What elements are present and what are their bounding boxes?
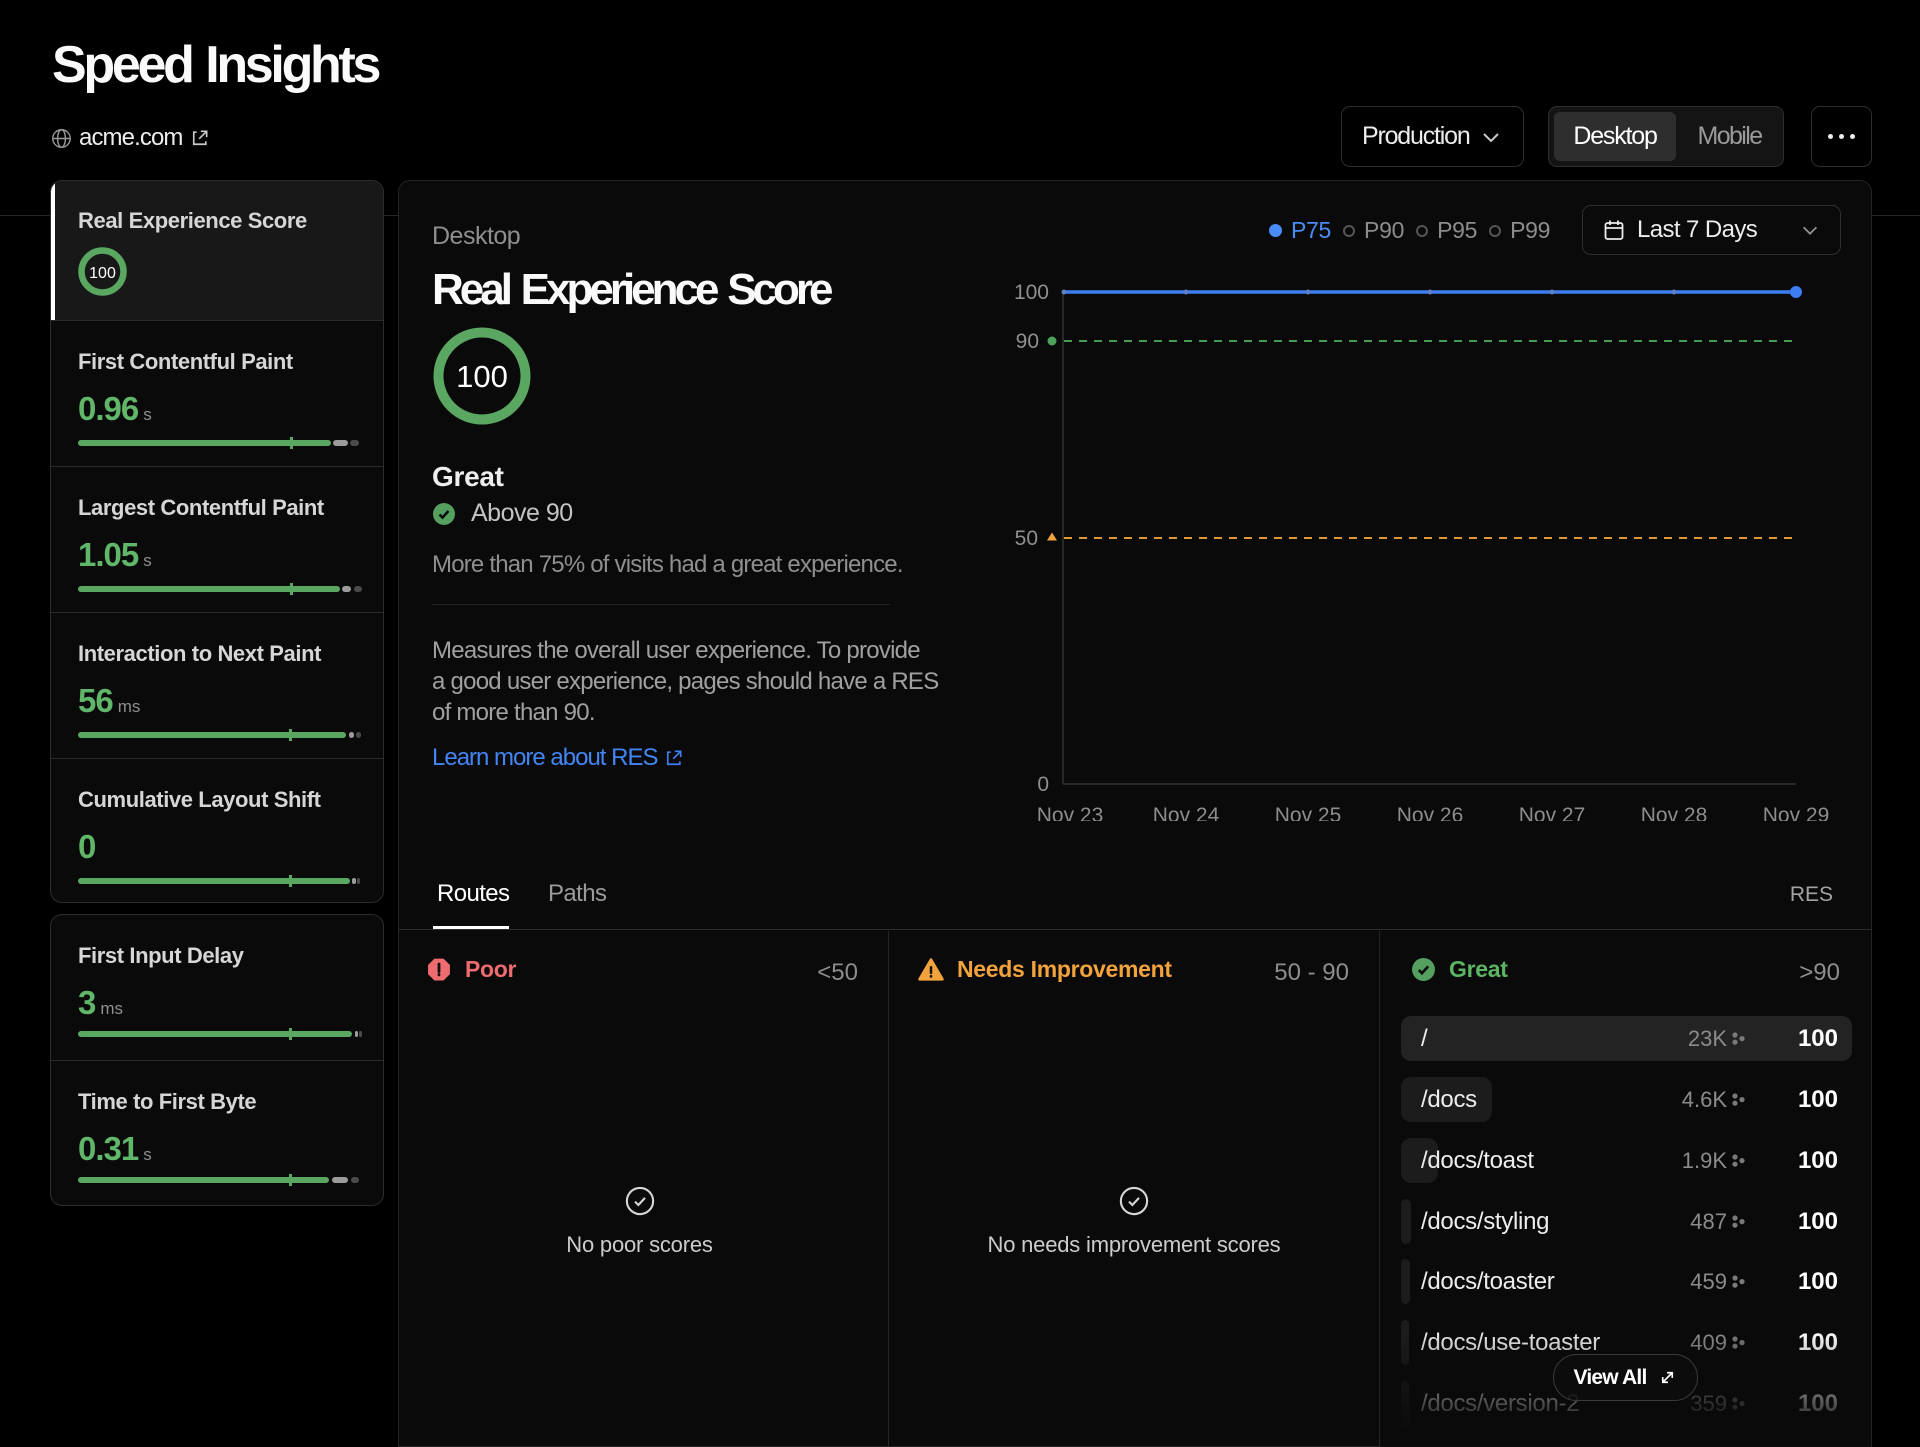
svg-text:100: 100 [89, 265, 116, 282]
svg-text:Nov 27: Nov 27 [1519, 804, 1586, 821]
svg-text:90: 90 [1016, 330, 1039, 353]
svg-text:100: 100 [1014, 281, 1049, 304]
svg-text:50: 50 [1015, 527, 1038, 550]
svg-text:Nov 28: Nov 28 [1641, 804, 1708, 821]
svg-text:Nov 26: Nov 26 [1397, 804, 1464, 821]
svg-text:100: 100 [456, 359, 508, 394]
svg-text:Nov 23: Nov 23 [1037, 804, 1104, 821]
svg-text:Nov 25: Nov 25 [1275, 804, 1342, 821]
svg-text:Nov 29: Nov 29 [1763, 804, 1830, 821]
svg-text:0: 0 [1037, 773, 1049, 796]
svg-text:Nov 24: Nov 24 [1153, 804, 1220, 821]
